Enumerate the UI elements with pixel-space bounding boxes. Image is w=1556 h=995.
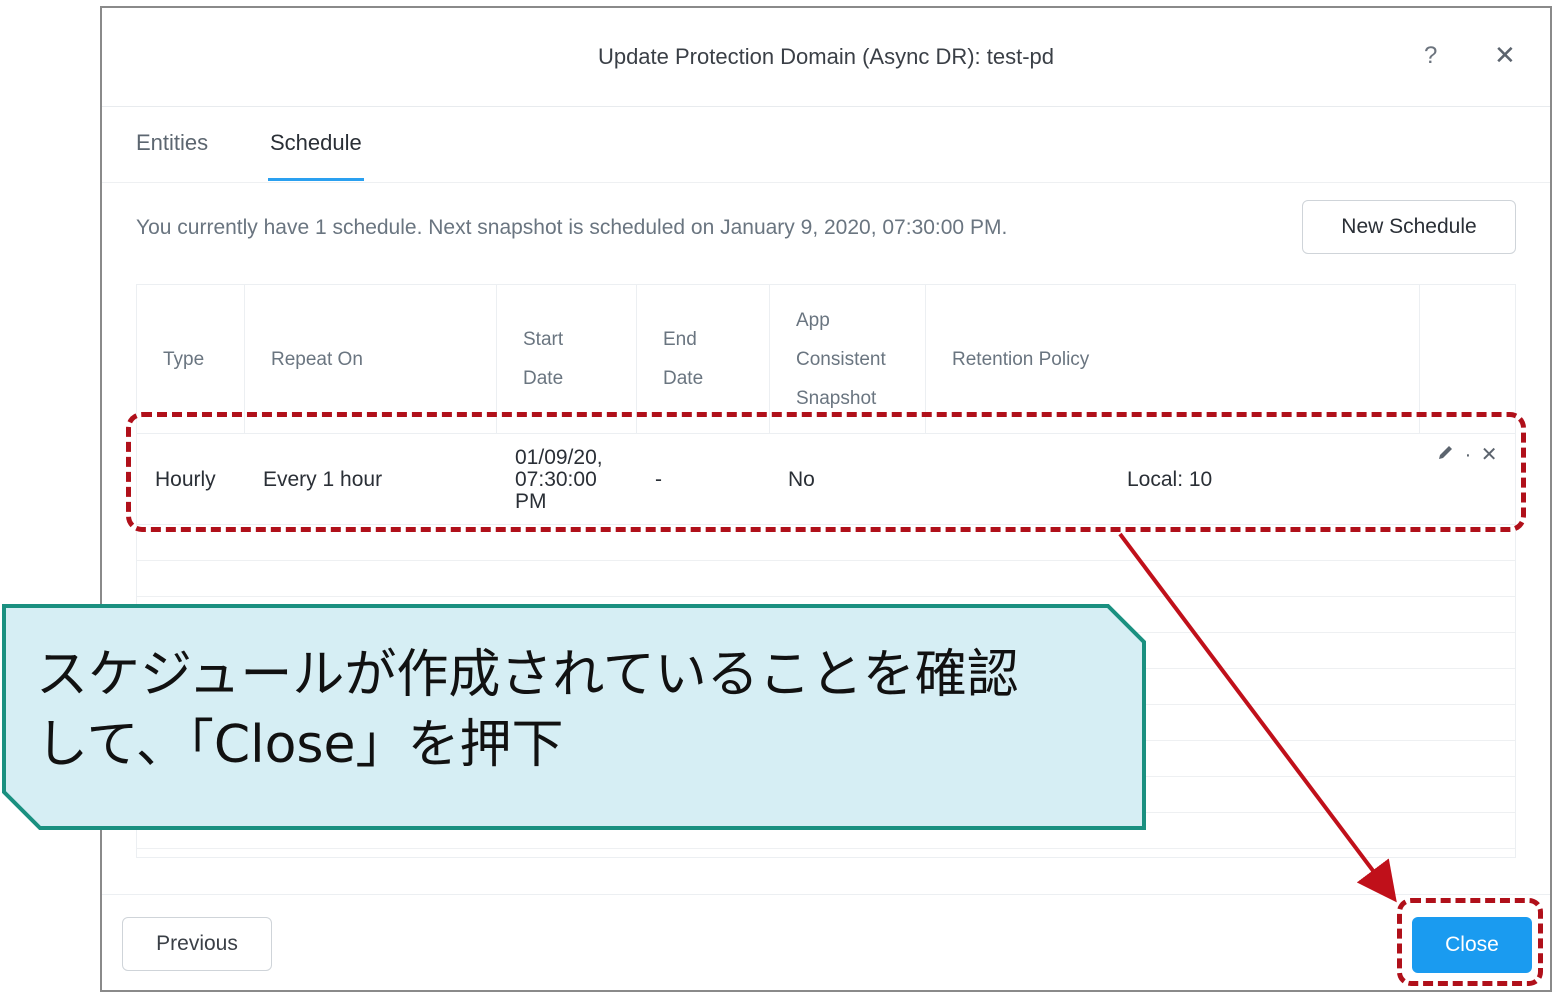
empty-row [137,561,1515,597]
header-repeat-on: Repeat On [245,285,497,433]
row-highlight-box [126,412,1526,532]
dialog-footer: Previous Close [102,894,1550,993]
close-icon[interactable]: ✕ [1494,40,1516,71]
header-type: Type [137,285,245,433]
help-icon[interactable]: ? [1424,42,1437,70]
header-retention-policy: Retention Policy [926,285,1420,433]
new-schedule-button[interactable]: New Schedule [1302,200,1516,254]
dialog-header: Update Protection Domain (Async DR): tes… [102,8,1550,107]
close-highlight-box [1397,898,1543,986]
header-end-date: End Date [637,285,770,433]
tab-bar: Entities Schedule [102,106,1550,183]
schedule-summary-text: You currently have 1 schedule. Next snap… [136,216,1008,239]
previous-button[interactable]: Previous [122,917,272,971]
callout-text: スケジュールが作成されていることを確認 して、「Close」を押下 [36,645,1019,775]
dialog-title: Update Protection Domain (Async DR): tes… [597,44,1055,69]
tab-entities[interactable]: Entities [136,130,208,178]
tab-schedule[interactable]: Schedule [268,130,364,181]
header-start-date: Start Date [497,285,637,433]
header-app-consistent: App Consistent Snapshot [770,285,926,433]
